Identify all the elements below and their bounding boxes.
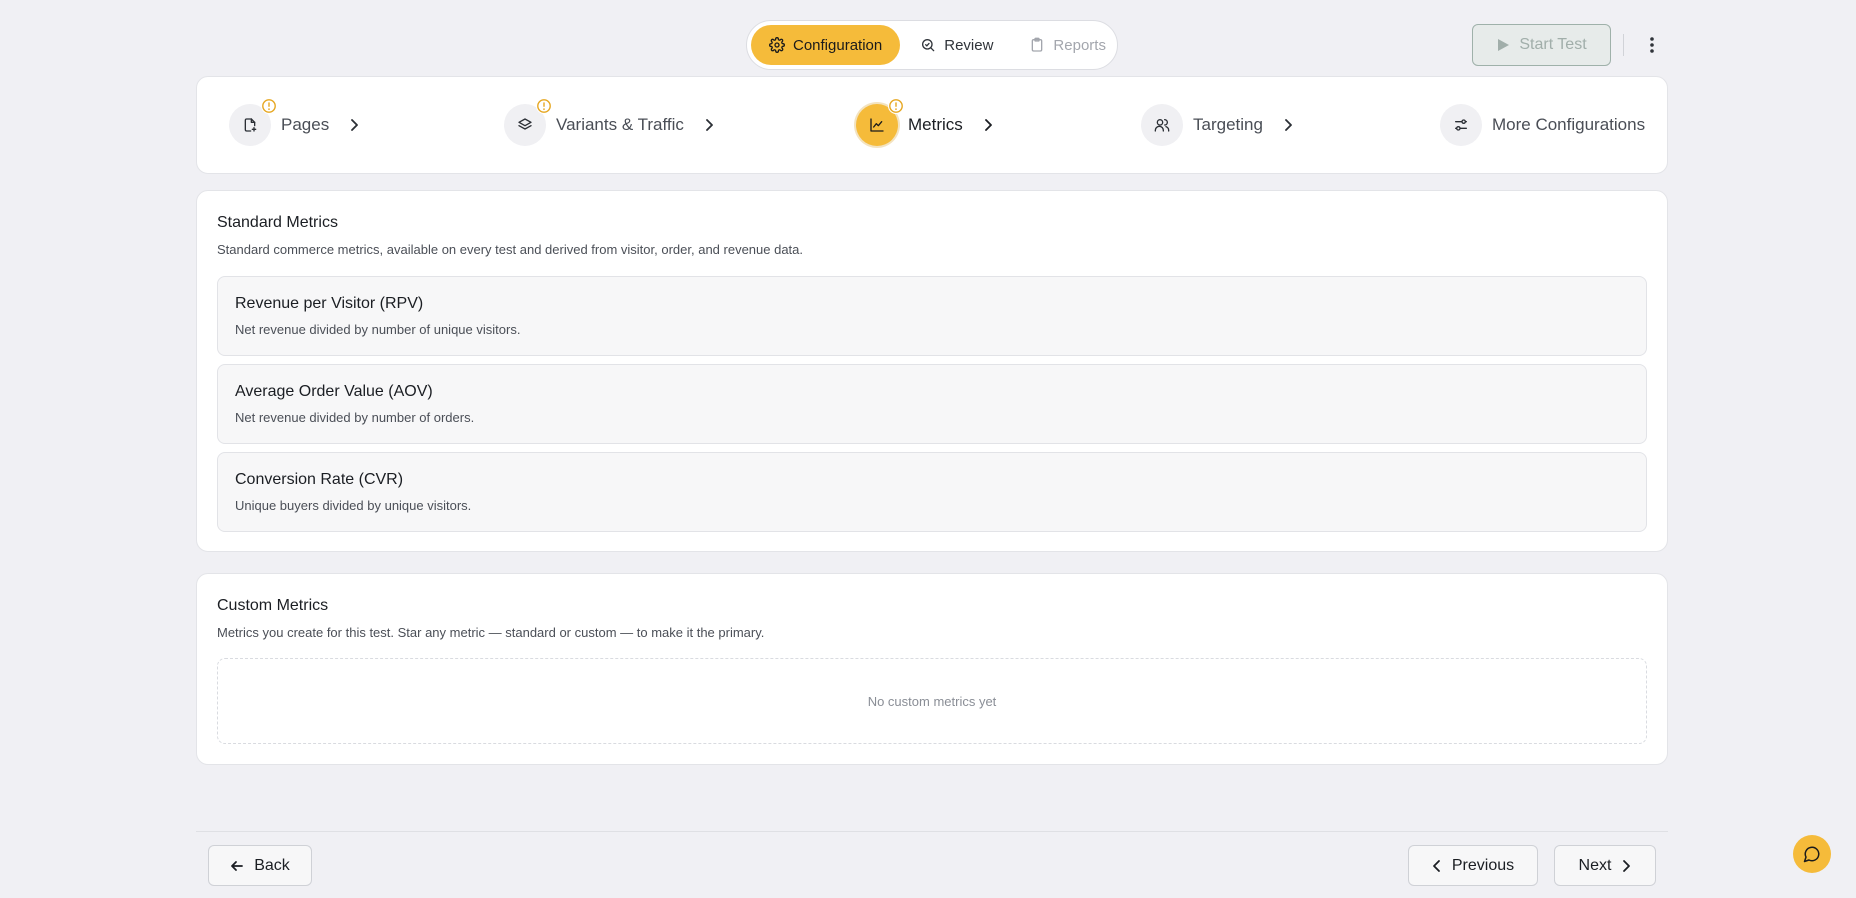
metric-name: Conversion Rate (CVR) [235, 471, 404, 488]
chat-button[interactable] [1793, 835, 1831, 873]
previous-button[interactable]: Previous [1408, 845, 1538, 886]
step-variants-traffic[interactable]: Variants & Traffic [504, 98, 714, 146]
back-label: Back [254, 856, 290, 874]
sliders-icon [1453, 117, 1469, 133]
chevron-right-icon [983, 118, 993, 132]
step-metrics-badge [856, 98, 904, 146]
config-stepper: Pages Variants & Traffic Metrics Targeti… [196, 76, 1668, 174]
warning-icon [261, 98, 277, 114]
mode-switch: Configuration Review Reports [746, 20, 1118, 70]
chevron-right-icon [349, 118, 359, 132]
next-button[interactable]: Next [1554, 845, 1656, 886]
step-metrics-label: Metrics [908, 115, 963, 134]
chat-bubble-icon [1803, 845, 1821, 863]
tab-reports[interactable]: Reports [1013, 25, 1122, 65]
step-more-label: More Configurations [1492, 115, 1646, 134]
chevron-left-icon [1432, 859, 1442, 873]
tab-configuration[interactable]: Configuration [751, 25, 901, 65]
arrow-left-icon [230, 859, 244, 873]
clipboard-icon [1029, 37, 1045, 53]
warning-icon [536, 98, 552, 114]
kebab-menu-icon [1649, 36, 1655, 54]
page-icon [242, 117, 258, 133]
chevron-right-icon [1621, 859, 1631, 873]
metric-description: Unique buyers divided by unique visitors… [235, 498, 472, 513]
step-targeting-badge [1141, 104, 1183, 146]
tab-review[interactable]: Review [904, 25, 1009, 65]
metric-aov[interactable]: Average Order Value (AOV) Net revenue di… [217, 364, 1647, 444]
step-more-badge [1440, 104, 1482, 146]
next-label: Next [1578, 856, 1612, 874]
metric-rpv[interactable]: Revenue per Visitor (RPV) Net revenue di… [217, 276, 1647, 356]
layers-icon [517, 117, 533, 133]
metric-cvr[interactable]: Conversion Rate (CVR) Unique buyers divi… [217, 452, 1647, 532]
step-variants-badge [504, 98, 552, 146]
step-variants-label: Variants & Traffic [556, 115, 684, 134]
metric-description: Net revenue divided by number of unique … [235, 322, 521, 337]
metric-description: Net revenue divided by number of orders. [235, 410, 475, 425]
review-search-icon [920, 37, 936, 53]
play-icon [1496, 38, 1510, 52]
back-button[interactable]: Back [208, 845, 312, 886]
chevron-right-icon [1283, 118, 1293, 132]
step-pages-label: Pages [281, 115, 330, 134]
previous-label: Previous [1451, 856, 1515, 874]
step-metrics[interactable]: Metrics [856, 98, 993, 146]
standard-metrics-card: Standard Metrics Standard commerce metri… [196, 190, 1668, 552]
users-icon [1154, 117, 1170, 133]
tab-review-label: Review [944, 36, 994, 54]
standard-metrics-description: Standard commerce metrics, available on … [217, 242, 804, 257]
warning-icon [888, 98, 904, 114]
chart-icon [869, 117, 885, 133]
step-targeting-label: Targeting [1193, 115, 1263, 134]
start-test-button[interactable]: Start Test [1472, 24, 1611, 66]
tab-reports-label: Reports [1053, 36, 1106, 54]
custom-metrics-card: Custom Metrics Metrics you create for th… [196, 573, 1668, 765]
step-more-configurations[interactable]: More Configurations [1440, 104, 1645, 146]
header-divider [1623, 34, 1624, 56]
custom-metrics-title: Custom Metrics [217, 597, 329, 614]
custom-metrics-description: Metrics you create for this test. Star a… [217, 625, 765, 640]
gear-icon [769, 37, 785, 53]
standard-metrics-title: Standard Metrics [217, 214, 338, 231]
step-pages[interactable]: Pages [229, 98, 359, 146]
start-test-label: Start Test [1519, 36, 1587, 53]
custom-metrics-empty-state: No custom metrics yet [217, 658, 1647, 744]
metric-name: Average Order Value (AOV) [235, 383, 433, 400]
step-pages-badge [229, 98, 277, 146]
metric-name: Revenue per Visitor (RPV) [235, 295, 424, 312]
chevron-right-icon [704, 118, 714, 132]
more-options-button[interactable] [1640, 28, 1664, 62]
tab-configuration-label: Configuration [793, 36, 883, 54]
step-targeting[interactable]: Targeting [1141, 104, 1293, 146]
footer-divider [196, 831, 1668, 832]
